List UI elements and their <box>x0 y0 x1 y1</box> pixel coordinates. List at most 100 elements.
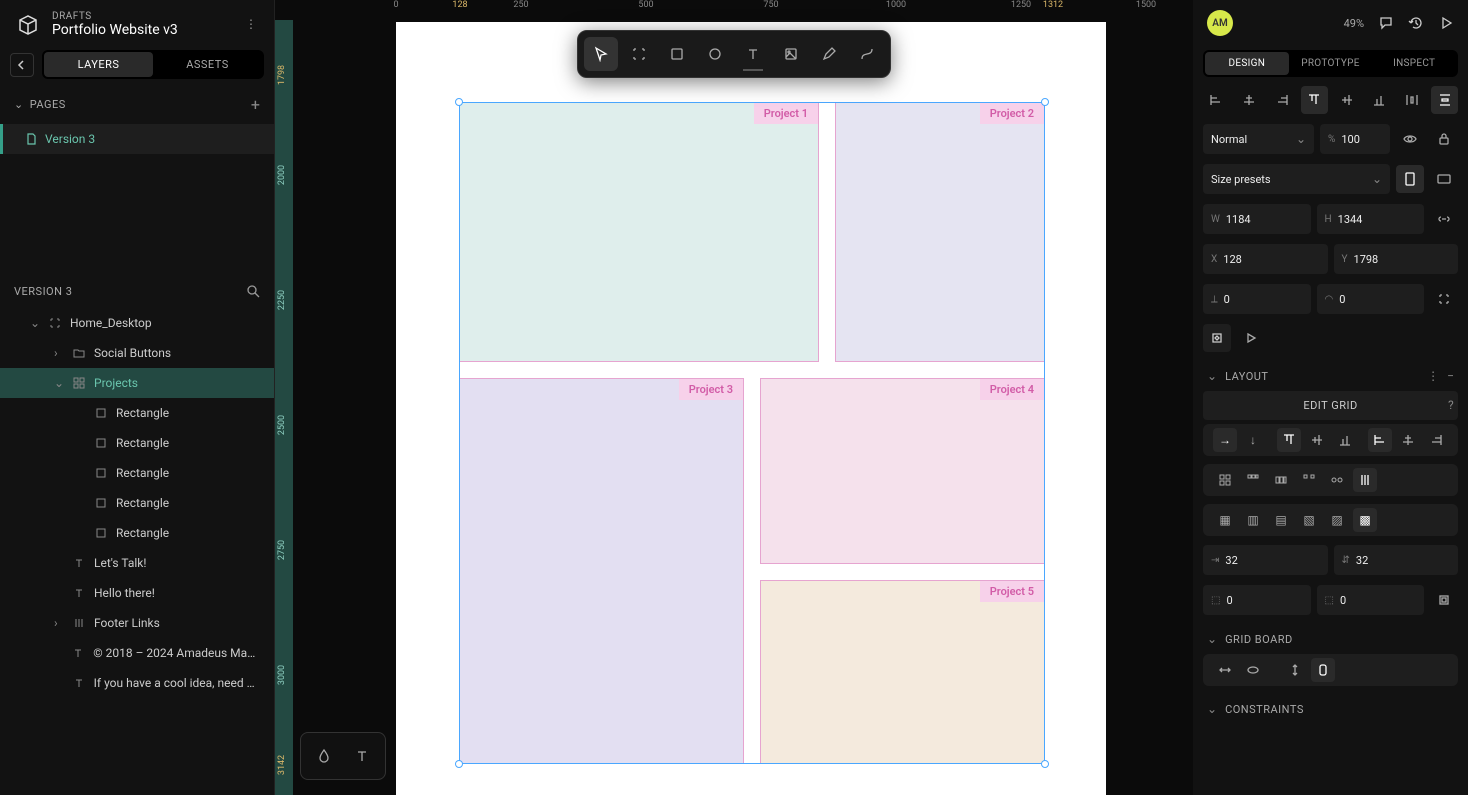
constraints-section-header[interactable]: ⌄ CONSTRAINTS <box>1193 690 1468 720</box>
layer-row[interactable]: Rectangle <box>0 398 274 428</box>
width-field[interactable]: W1184 <box>1203 204 1311 234</box>
user-avatar[interactable]: AM <box>1207 10 1233 36</box>
layer-row[interactable]: © 2018 – 2024 Amadeus Maxi... <box>0 638 274 668</box>
opacity-field[interactable]: % 100 <box>1320 124 1390 154</box>
tab-prototype[interactable]: PROTOTYPE <box>1289 52 1373 75</box>
x-field[interactable]: X128 <box>1203 244 1328 274</box>
grid-opt-11[interactable]: ▨ <box>1325 508 1349 532</box>
layout-menu-icon[interactable]: ⋮ <box>1427 369 1439 383</box>
tool-curve[interactable] <box>850 37 884 71</box>
layer-row[interactable]: ›Footer Links <box>0 608 274 638</box>
layer-row[interactable]: ⌄Home_Desktop <box>0 308 274 338</box>
layout-section-header[interactable]: ⌄ LAYOUT ⋮ − <box>1193 357 1468 387</box>
align-hcenter-icon[interactable] <box>1236 86 1263 114</box>
visibility-toggle-icon[interactable] <box>1396 125 1424 153</box>
layer-row[interactable]: Hello there! <box>0 578 274 608</box>
expand-corners-icon[interactable] <box>1430 285 1458 313</box>
layer-row[interactable]: ⌄Projects <box>0 368 274 398</box>
tab-assets[interactable]: ASSETS <box>153 52 262 77</box>
tool-pen[interactable] <box>812 37 846 71</box>
file-menu-button[interactable]: ⋮ <box>242 17 260 31</box>
align-items-start-icon[interactable] <box>1277 428 1301 452</box>
grid-opt-3[interactable] <box>1269 468 1293 492</box>
history-icon[interactable] <box>1408 15 1424 31</box>
help-icon[interactable]: ? <box>1448 398 1468 412</box>
remove-layout-icon[interactable]: − <box>1447 369 1454 383</box>
play-icon[interactable] <box>1438 15 1454 31</box>
canvas-area[interactable]: 01282505007501000125013121500 1798200022… <box>275 0 1193 795</box>
gridboard-opt-3[interactable] <box>1283 658 1307 682</box>
align-left-icon[interactable] <box>1203 86 1230 114</box>
justify-start-icon[interactable] <box>1368 428 1392 452</box>
tool-ellipse[interactable] <box>698 37 732 71</box>
layer-row[interactable]: If you have a cool idea, need s... <box>0 668 274 698</box>
grid-opt-12[interactable]: ▩ <box>1353 508 1377 532</box>
selection-handle[interactable] <box>1041 760 1049 768</box>
play-overflow-icon[interactable] <box>1237 324 1265 352</box>
height-field[interactable]: H1344 <box>1317 204 1425 234</box>
zoom-level[interactable]: 49% <box>1344 17 1364 30</box>
grid-opt-9[interactable]: ▤ <box>1269 508 1293 532</box>
add-page-button[interactable]: + <box>251 95 260 114</box>
direction-column-icon[interactable]: ↓ <box>1241 428 1265 452</box>
grid-opt-5[interactable] <box>1325 468 1349 492</box>
expand-padding-icon[interactable] <box>1430 586 1458 614</box>
padding-h-field[interactable]: ⬚0 <box>1203 585 1311 615</box>
size-presets-select[interactable]: Size presets⌄ <box>1203 164 1390 194</box>
search-layers-button[interactable] <box>246 284 260 298</box>
tool-image[interactable] <box>774 37 808 71</box>
blend-mode-select[interactable]: Normal⌄ <box>1203 124 1314 154</box>
align-bottom-icon[interactable] <box>1366 86 1393 114</box>
column-gap-field[interactable]: ⇥32 <box>1203 545 1328 575</box>
row-gap-field[interactable]: ⇵32 <box>1334 545 1459 575</box>
link-dims-icon[interactable] <box>1430 205 1458 233</box>
corner-radius-field[interactable]: ◠0 <box>1317 284 1425 314</box>
clip-content-icon[interactable] <box>1203 324 1231 352</box>
layer-row[interactable]: Let's Talk! <box>0 548 274 578</box>
distribute-h-icon[interactable] <box>1399 86 1426 114</box>
tab-inspect[interactable]: INSPECT <box>1372 52 1456 75</box>
align-items-end-icon[interactable] <box>1333 428 1357 452</box>
tool-text[interactable] <box>736 37 770 71</box>
gridboard-opt-4[interactable] <box>1311 658 1335 682</box>
orientation-landscape-icon[interactable] <box>1430 165 1458 193</box>
layer-row[interactable]: Rectangle <box>0 458 274 488</box>
layer-row[interactable]: Rectangle <box>0 488 274 518</box>
direction-row-icon[interactable]: → <box>1213 428 1237 452</box>
back-button[interactable] <box>10 53 34 77</box>
grid-board-section-header[interactable]: ⌄ GRID BOARD <box>1193 620 1468 650</box>
gridboard-opt-1[interactable] <box>1213 658 1237 682</box>
align-right-icon[interactable] <box>1268 86 1295 114</box>
selection-handle[interactable] <box>455 98 463 106</box>
grid-opt-8[interactable]: ▥ <box>1241 508 1265 532</box>
grid-opt-6[interactable] <box>1353 468 1377 492</box>
y-field[interactable]: Y1798 <box>1334 244 1459 274</box>
layer-row[interactable]: Rectangle <box>0 518 274 548</box>
lock-icon[interactable] <box>1430 125 1458 153</box>
padding-v-field[interactable]: ⬚0 <box>1317 585 1425 615</box>
comments-icon[interactable] <box>1378 15 1394 31</box>
grid-opt-2[interactable] <box>1241 468 1265 492</box>
tool-frame[interactable] <box>622 37 656 71</box>
file-name[interactable]: Portfolio Website v3 <box>52 22 232 38</box>
page-item[interactable]: Version 3 <box>0 124 274 154</box>
palette-text-icon[interactable] <box>345 739 379 773</box>
justify-end-icon[interactable] <box>1424 428 1448 452</box>
gridboard-opt-2[interactable] <box>1241 658 1265 682</box>
selection-handle[interactable] <box>455 760 463 768</box>
tool-select[interactable] <box>584 37 618 71</box>
tool-rectangle[interactable] <box>660 37 694 71</box>
pages-header[interactable]: ⌄PAGES + <box>0 85 274 124</box>
justify-center-icon[interactable] <box>1396 428 1420 452</box>
layer-row[interactable]: Rectangle <box>0 428 274 458</box>
align-vcenter-icon[interactable] <box>1334 86 1361 114</box>
grid-opt-10[interactable]: ▧ <box>1297 508 1321 532</box>
grid-opt-4[interactable] <box>1297 468 1321 492</box>
grid-opt-1[interactable] <box>1213 468 1237 492</box>
edit-grid-button[interactable]: EDIT GRID <box>1203 391 1458 420</box>
orientation-portrait-icon[interactable] <box>1396 165 1424 193</box>
rotation-field[interactable]: ⟂0 <box>1203 284 1311 314</box>
grid-opt-7[interactable]: ▦ <box>1213 508 1237 532</box>
layer-row[interactable]: ›Social Buttons <box>0 338 274 368</box>
app-logo-icon[interactable] <box>14 10 42 38</box>
